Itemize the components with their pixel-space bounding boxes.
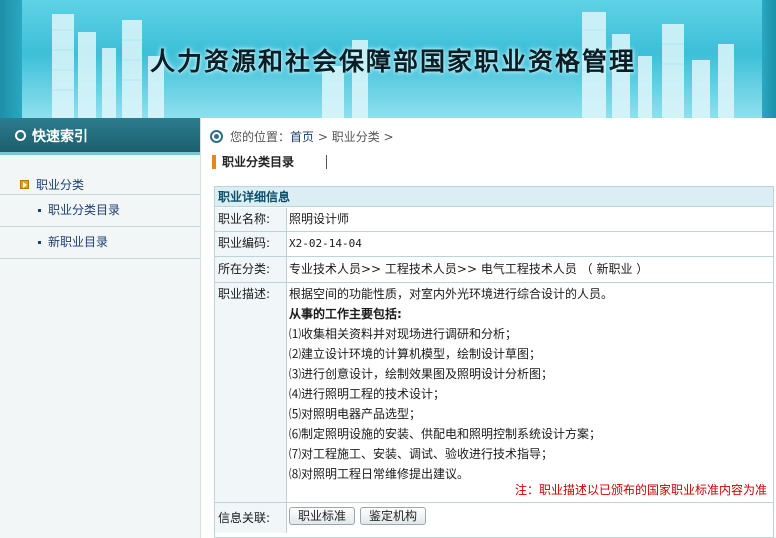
sidebar-item-label: 新职业目录: [48, 235, 109, 249]
sidebar-item-new-occupation-catalog[interactable]: 新职业目录: [0, 227, 200, 259]
header-banner: 人力资源和社会保障部国家职业资格管理: [0, 0, 776, 118]
duty-item: ⑸对照明电器产品选型；: [289, 407, 422, 421]
bullet-icon: [38, 241, 41, 244]
field-label: 职业名称:: [215, 208, 287, 231]
sidebar-category-label: 职业分类: [36, 178, 85, 192]
duty-item: ⑶进行创意设计，绘制效果图及照明设计分析图；: [289, 367, 554, 381]
breadcrumb-current-link[interactable]: 职业分类: [332, 130, 380, 144]
breadcrumb-home-link[interactable]: 首页: [290, 130, 314, 144]
description-summary: 根据空间的功能性质，对室内外光环境进行综合设计的人员。: [289, 287, 614, 301]
title-accent-bar: [212, 155, 216, 169]
breadcrumb-text: 您的位置：首页 > 职业分类 >: [230, 126, 394, 148]
duty-item: ⑺对工程施工、安装、调试、验收进行技术指导；: [289, 447, 554, 461]
field-label: 职业描述:: [215, 283, 287, 502]
duty-item: ⑴收集相关资料并对现场进行调研和分析；: [289, 327, 518, 341]
occupation-description: 根据空间的功能性质，对室内外光环境进行综合设计的人员。 从事的工作主要包括: ⑴…: [289, 284, 773, 484]
occupation-name-value: 照明设计师: [289, 212, 350, 226]
breadcrumb: 您的位置：首页 > 职业分类 >: [208, 126, 776, 148]
detail-table-header: 职业详细信息: [215, 187, 773, 207]
banner-frame-right: [762, 0, 776, 118]
duties-heading: 从事的工作主要包括:: [289, 307, 402, 321]
duty-item: ⑵建立设计环境的计算机模型，绘制设计草图；: [289, 347, 542, 361]
duty-item: ⑹制定照明设施的安装、供配电和照明控制系统设计方案；: [289, 427, 602, 441]
occupation-detail-table: 职业详细信息 职业名称: 照明设计师 职业编码: X2-02-14-04 所在分…: [214, 186, 774, 538]
breadcrumb-prefix: 您的位置：: [230, 130, 291, 144]
occupation-category-value: 专业技术人员>> 工程技术人员>> 电气工程技术人员 （ 新职业 ）: [289, 262, 649, 276]
field-label: 所在分类:: [215, 257, 287, 282]
occupation-standard-button[interactable]: 职业标准: [289, 507, 356, 525]
row-related-info: 信息关联: 职业标准 鉴定机构: [215, 503, 773, 533]
sidebar-category-occupation[interactable]: 职业分类: [0, 176, 200, 194]
row-occupation-description: 职业描述: 根据空间的功能性质，对室内外光环境进行综合设计的人员。 从事的工作主…: [215, 283, 773, 503]
row-occupation-name: 职业名称: 照明设计师: [215, 208, 773, 232]
duty-item: ⑷进行照明工程的技术设计；: [289, 387, 446, 401]
row-occupation-category: 所在分类: 专业技术人员>> 工程技术人员>> 电气工程技术人员 （ 新职业 ）: [215, 257, 773, 283]
banner-frame-left: [0, 0, 22, 118]
section-title-text: 职业分类目录: [222, 155, 295, 169]
arrow-right-icon: [20, 180, 29, 189]
row-occupation-code: 职业编码: X2-02-14-04: [215, 232, 773, 257]
sidebar-menu: 职业分类 职业分类目录 新职业目录: [0, 176, 200, 259]
bullet-icon: [38, 209, 41, 212]
site-title: 人力资源和社会保障部国家职业资格管理: [150, 47, 637, 76]
description-note: 注：职业描述以已颁布的国家职业标准内容为准: [514, 483, 767, 497]
breadcrumb-separator: >: [314, 130, 332, 144]
sidebar: 快速索引 职业分类 职业分类目录 新职业目录: [0, 118, 201, 538]
sidebar-item-occupation-catalog[interactable]: 职业分类目录: [0, 195, 200, 227]
location-pin-icon: [210, 130, 223, 143]
breadcrumb-separator: >: [379, 130, 394, 144]
sidebar-header-label: 快速索引: [32, 129, 88, 145]
field-label: 职业编码:: [215, 232, 287, 256]
field-label: 信息关联:: [215, 503, 287, 533]
title-divider: [326, 155, 327, 169]
sidebar-item-label: 职业分类目录: [48, 203, 121, 217]
sidebar-header: 快速索引: [0, 118, 200, 155]
ring-bullet-icon: [15, 130, 26, 141]
appraisal-agency-button[interactable]: 鉴定机构: [360, 507, 427, 525]
occupation-code-value: X2-02-14-04: [289, 237, 362, 250]
